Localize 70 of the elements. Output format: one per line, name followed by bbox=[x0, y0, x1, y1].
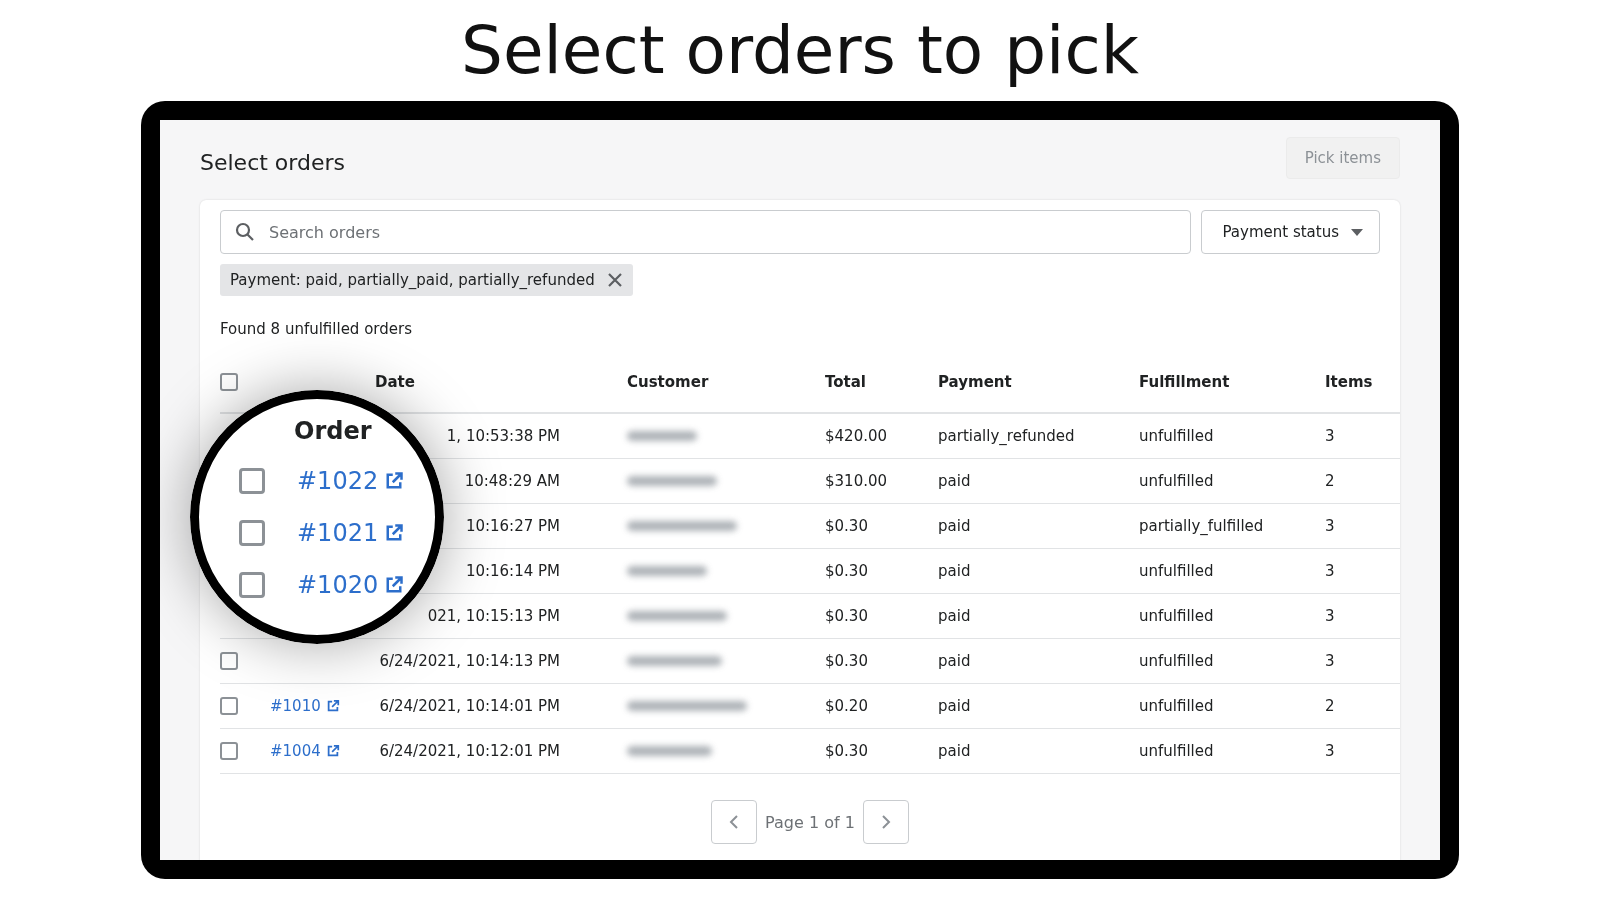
previous-page-button[interactable] bbox=[711, 800, 758, 844]
column-header: Payment bbox=[938, 352, 1139, 414]
external-link-icon bbox=[384, 575, 405, 595]
fulfillment-cell: unfulfilled bbox=[1139, 639, 1325, 684]
total-cell: $0.20 bbox=[825, 684, 938, 729]
blurred-name bbox=[627, 431, 697, 441]
filter-tag-label: Payment: paid, partially_paid, partially_refunded bbox=[230, 271, 595, 289]
date-cell: 6/24/2021, 10:12:01 PM bbox=[375, 729, 627, 774]
total-cell: $310.00 bbox=[825, 459, 938, 504]
payment-status-dropdown[interactable]: Payment status bbox=[1201, 210, 1380, 254]
items-cell: 3 bbox=[1325, 504, 1400, 549]
column-header: Fulfillment bbox=[1139, 352, 1325, 414]
fulfillment-cell: unfulfilled bbox=[1139, 414, 1325, 459]
total-cell: $0.30 bbox=[825, 594, 938, 639]
column-header: Items bbox=[1325, 352, 1400, 414]
chevron-right-icon bbox=[880, 814, 891, 830]
date-cell: 6/24/2021, 10:14:13 PM bbox=[375, 639, 627, 684]
payment-cell: paid bbox=[938, 594, 1139, 639]
external-link-icon bbox=[384, 471, 405, 491]
row-checkbox[interactable] bbox=[239, 572, 265, 598]
results-count: Found 8 unfulfilled orders bbox=[220, 320, 413, 338]
row-checkbox[interactable] bbox=[239, 520, 265, 546]
column-header: Customer bbox=[627, 352, 825, 414]
external-link-icon bbox=[325, 744, 340, 758]
payment-cell: paid bbox=[938, 684, 1139, 729]
total-cell: $0.30 bbox=[825, 639, 938, 684]
close-icon[interactable] bbox=[606, 272, 623, 288]
items-cell: 2 bbox=[1325, 459, 1400, 504]
row-checkbox[interactable] bbox=[220, 742, 238, 760]
chevron-left-icon bbox=[729, 814, 740, 830]
page-heading: Select orders to pick bbox=[460, 11, 1140, 91]
external-link-icon bbox=[325, 699, 340, 713]
items-cell: 3 bbox=[1325, 729, 1400, 774]
items-cell: 3 bbox=[1325, 414, 1400, 459]
order-link[interactable]: #1010 bbox=[270, 697, 340, 715]
column-header: Total bbox=[825, 352, 938, 414]
fulfillment-cell: partially_fulfilled bbox=[1139, 504, 1325, 549]
items-cell: 3 bbox=[1325, 639, 1400, 684]
total-cell: $0.30 bbox=[825, 504, 938, 549]
fulfillment-cell: unfulfilled bbox=[1139, 684, 1325, 729]
search-icon bbox=[235, 222, 255, 242]
total-cell: $0.30 bbox=[825, 729, 938, 774]
page-title: Select orders bbox=[200, 149, 345, 175]
payment-cell: paid bbox=[938, 639, 1139, 684]
order-column-header: Order bbox=[294, 417, 372, 445]
caret-icon bbox=[1351, 228, 1363, 236]
payment-cell: paid bbox=[938, 504, 1139, 549]
payment-cell: partially_refunded bbox=[938, 414, 1139, 459]
payment-cell: paid bbox=[938, 549, 1139, 594]
next-page-button[interactable] bbox=[862, 800, 909, 844]
row-checkbox[interactable] bbox=[220, 652, 238, 670]
external-link-icon bbox=[384, 523, 405, 543]
select-all-checkbox[interactable] bbox=[220, 373, 238, 391]
fulfillment-cell: unfulfilled bbox=[1139, 549, 1325, 594]
total-cell: $0.30 bbox=[825, 549, 938, 594]
total-cell: $420.00 bbox=[825, 414, 938, 459]
search-field[interactable]: Search orders bbox=[220, 210, 1192, 254]
date-cell: 6/24/2021, 10:14:01 PM bbox=[375, 684, 627, 729]
order-link[interactable]: #1004 bbox=[270, 742, 340, 760]
row-checkbox[interactable] bbox=[239, 468, 265, 494]
fulfillment-cell: unfulfilled bbox=[1139, 459, 1325, 504]
payment-cell: paid bbox=[938, 729, 1139, 774]
items-cell: 3 bbox=[1325, 594, 1400, 639]
row-checkbox[interactable] bbox=[220, 697, 238, 715]
items-cell: 2 bbox=[1325, 684, 1400, 729]
page-indicator: Page 1 of 1 bbox=[765, 812, 855, 832]
fulfillment-cell: unfulfilled bbox=[1139, 594, 1325, 639]
fulfillment-cell: unfulfilled bbox=[1139, 729, 1325, 774]
items-cell: 3 bbox=[1325, 549, 1400, 594]
payment-cell: paid bbox=[938, 459, 1139, 504]
